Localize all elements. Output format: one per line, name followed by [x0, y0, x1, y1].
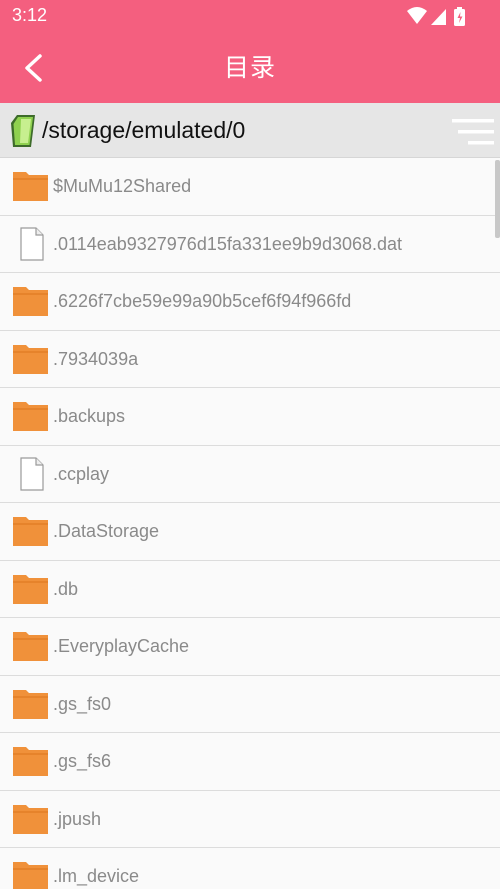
folder-row[interactable]: .6226f7cbe59e99a90b5cef6f94f966fd [0, 273, 500, 331]
item-name: .EveryplayCache [53, 636, 190, 656]
item-name: .ccplay [53, 463, 110, 484]
file-icon [12, 226, 50, 261]
folder-icon [12, 514, 50, 548]
battery-charging-icon [454, 7, 465, 26]
app-bar: 目录 [0, 33, 500, 103]
item-name: $MuMu12Shared [53, 176, 192, 196]
item-name: .7934039a [53, 348, 139, 369]
status-icons [406, 6, 468, 28]
item-name: .6226f7cbe59e99a90b5cef6f94f966fd [53, 291, 352, 311]
sd-card-icon [9, 114, 39, 148]
folder-icon [12, 802, 50, 836]
item-name: .gs_fs0 [53, 693, 112, 714]
item-name: .lm_device [53, 866, 140, 886]
item-name: .DataStorage [53, 521, 160, 541]
page-title: 目录 [223, 53, 276, 82]
folder-icon [12, 342, 50, 376]
folder-icon [12, 859, 50, 889]
status-time: 3:12 [12, 5, 48, 25]
folder-row[interactable]: .jpush [0, 791, 500, 848]
folder-icon [12, 169, 50, 203]
item-name: .jpush [53, 808, 102, 829]
current-path: /storage/emulated/0 [42, 117, 246, 143]
cell-signal-icon [431, 9, 446, 25]
item-name: .0114eab9327976d15fa331ee9b9d3068.dat [53, 233, 403, 254]
scrollbar[interactable] [495, 160, 500, 238]
folder-row[interactable]: .lm_device [0, 848, 500, 889]
folder-row[interactable]: .EveryplayCache [0, 618, 500, 676]
file-row[interactable]: .ccplay [0, 446, 500, 503]
folder-icon [12, 399, 50, 433]
folder-row[interactable]: .gs_fs0 [0, 676, 500, 733]
item-name: .db [53, 578, 79, 599]
folder-row[interactable]: .gs_fs6 [0, 733, 500, 791]
item-name: .gs_fs6 [53, 751, 112, 771]
folder-icon [12, 284, 50, 318]
path-bar: /storage/emulated/0 [0, 103, 500, 158]
folder-icon [12, 572, 50, 606]
folder-icon [12, 687, 50, 721]
folder-icon [12, 629, 50, 663]
file-row[interactable]: .0114eab9327976d15fa331ee9b9d3068.dat [0, 216, 500, 273]
folder-row[interactable]: .backups [0, 388, 500, 446]
folder-icon [12, 744, 50, 778]
folder-row[interactable]: .DataStorage [0, 503, 500, 561]
folder-row[interactable]: $MuMu12Shared [0, 158, 500, 216]
status-bar: 3:12 [0, 0, 500, 33]
wifi-icon [407, 7, 427, 24]
sort-icon [452, 119, 494, 145]
sort-button[interactable] [452, 117, 494, 147]
folder-row[interactable]: .7934039a [0, 331, 500, 388]
file-icon [12, 456, 50, 491]
file-list: $MuMu12Shared .0114eab9327976d15fa331ee9b… [0, 158, 500, 889]
folder-row[interactable]: .db [0, 561, 500, 618]
item-name: .backups [53, 406, 126, 426]
